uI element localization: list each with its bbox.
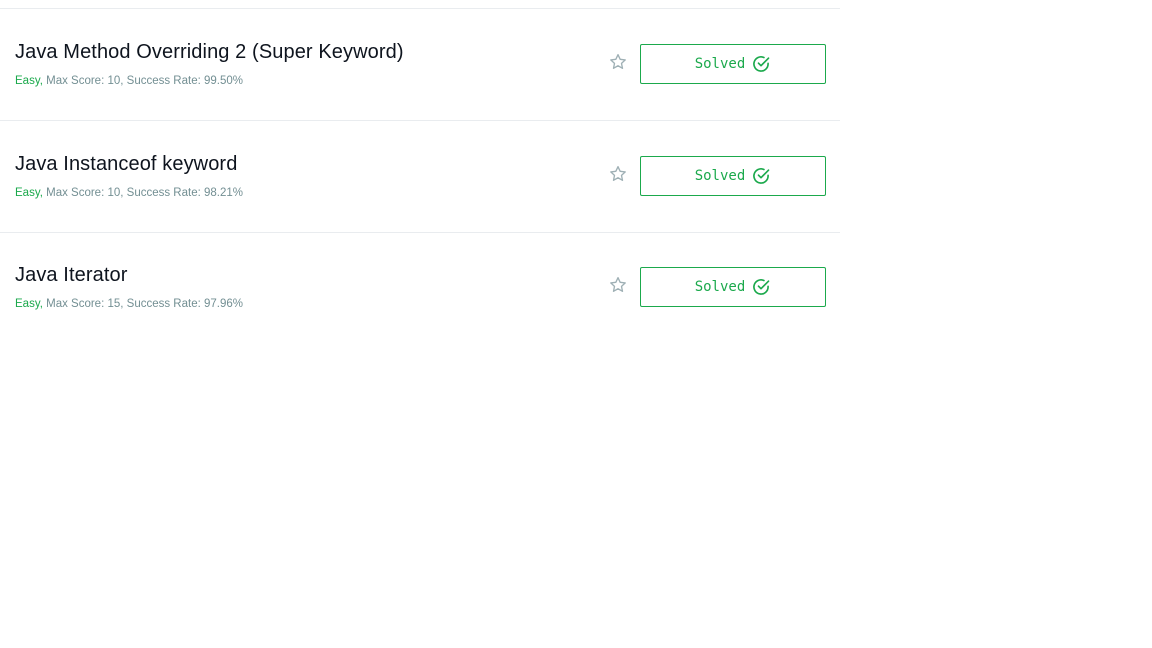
solved-button[interactable]: Solved bbox=[640, 156, 826, 196]
challenge-details: Max Score: 10, Success Rate: 98.21% bbox=[42, 187, 243, 199]
difficulty-label: Easy, bbox=[15, 187, 43, 199]
solved-label: Solved bbox=[694, 168, 746, 184]
challenge-row: Java Iterator Easy, Max Score: 15, Succe… bbox=[0, 232, 840, 343]
challenge-title[interactable]: Java Instanceof keyword bbox=[15, 153, 237, 176]
challenge-row: Java Instanceof keyword Easy, Max Score:… bbox=[0, 121, 840, 233]
difficulty-label: Easy, bbox=[15, 75, 43, 87]
solved-label: Solved bbox=[694, 56, 746, 72]
star-outline-icon[interactable] bbox=[608, 164, 628, 184]
solved-label: Solved bbox=[694, 279, 746, 295]
solved-button[interactable]: Solved bbox=[640, 267, 826, 307]
challenge-title[interactable]: Java Iterator bbox=[15, 264, 127, 287]
star-outline-icon[interactable] bbox=[608, 52, 628, 72]
challenge-title[interactable]: Java Method Overriding 2 (Super Keyword) bbox=[15, 41, 404, 64]
challenge-details: Max Score: 15, Success Rate: 97.96% bbox=[42, 298, 243, 310]
solved-button[interactable]: Solved bbox=[640, 44, 826, 84]
star-outline-icon[interactable] bbox=[608, 275, 628, 295]
challenge-row: Java Method Overriding 2 (Super Keyword)… bbox=[0, 9, 840, 121]
check-circle-icon bbox=[751, 277, 771, 297]
challenge-meta: Easy, Max Score: 10, Success Rate: 99.50… bbox=[15, 75, 243, 87]
check-circle-icon bbox=[751, 54, 771, 74]
challenge-meta: Easy, Max Score: 10, Success Rate: 98.21… bbox=[15, 187, 243, 199]
challenge-meta: Easy, Max Score: 15, Success Rate: 97.96… bbox=[15, 298, 243, 310]
check-circle-icon bbox=[751, 166, 771, 186]
challenge-details: Max Score: 10, Success Rate: 99.50% bbox=[42, 75, 243, 87]
difficulty-label: Easy, bbox=[15, 298, 43, 310]
